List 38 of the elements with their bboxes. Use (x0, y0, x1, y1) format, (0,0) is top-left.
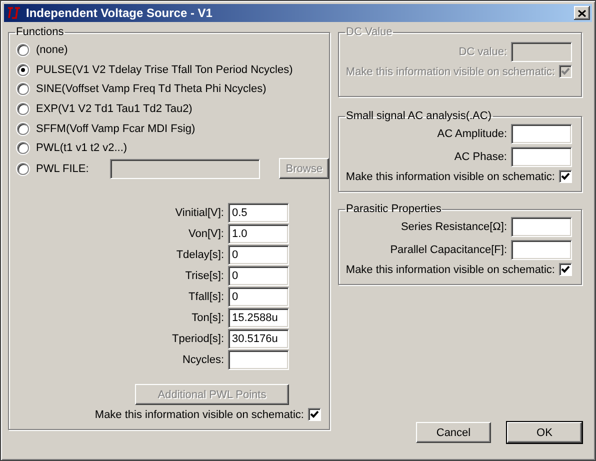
dialog-button[interactable]: OK (507, 422, 582, 443)
radio-label: PWL FILE: (36, 162, 89, 175)
input-field[interactable]: 0 (228, 266, 289, 286)
input-field[interactable]: 30.5176u (228, 329, 289, 350)
checkbox-label: Make this information visible on schematic: (346, 66, 555, 78)
checkbox-label: Make this information visible on schematic: (94, 408, 304, 421)
field-label: Tperiod[s]: (172, 333, 224, 346)
field-label: AC Amplitude: (437, 128, 507, 140)
field-label: Series Resistance[Ω]: (400, 221, 507, 233)
field-label: Tfall[s]: (188, 291, 224, 304)
input-field[interactable]: 0.5 (228, 203, 289, 224)
input-field[interactable]: 0 (228, 245, 289, 266)
radio-label: SFFM(Voff Vamp Fcar MDI Fsig) (36, 122, 196, 135)
field-label: AC Phase: (454, 151, 507, 163)
field-label: Vinitial[V]: (175, 207, 224, 220)
window-title: Independent Voltage Source - V1 (26, 6, 214, 20)
input-field[interactable]: 0 (228, 287, 289, 308)
group-title: Small signal AC analysis(.AC) (345, 110, 492, 122)
field-label: Ncycles: (182, 354, 224, 366)
field-label: Ton[s]: (192, 312, 224, 324)
group-title: Parasitic Properties (345, 203, 442, 215)
radio-label: PULSE(V1 V2 Tdelay Trise Tfall Ton Period Ncycles) (36, 64, 293, 76)
radio-label: PWL(t1 v1 t2 v2...) (36, 142, 128, 154)
group-title: DC Value (345, 26, 394, 38)
input-field[interactable]: 15.2588u (228, 308, 289, 328)
checkbox-label: Make this information visible on schematic: (346, 170, 555, 182)
field-label: Tdelay[s]: (176, 249, 224, 262)
field-label: Trise[s]: (185, 270, 224, 282)
checkbox-label: Make this information visible on schematic: (346, 264, 555, 276)
radio-label: EXP(V1 V2 Td1 Tau1 Td2 Tau2) (36, 102, 192, 115)
radio-label: (none) (36, 44, 68, 56)
group-title: Functions (15, 26, 65, 38)
field-label: DC value: (458, 46, 507, 58)
dialog-button[interactable]: Cancel (416, 422, 491, 443)
input-field[interactable]: 1.0 (228, 224, 289, 244)
field-label: Von[V]: (188, 228, 224, 240)
field-label: Parallel Capacitance[F]: (390, 244, 507, 256)
radio-label: SINE(Voffset Vamp Freq Td Theta Phi Ncycles) (36, 83, 266, 96)
